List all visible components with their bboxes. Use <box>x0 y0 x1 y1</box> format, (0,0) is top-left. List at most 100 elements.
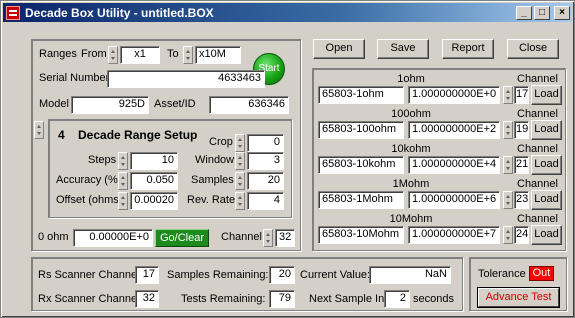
serial-number-label: Serial Number <box>39 72 110 84</box>
rs-scanner-channel-field: 17 <box>135 266 159 284</box>
minimize-button[interactable]: _ <box>516 5 532 20</box>
offset-field[interactable]: 0.00020 <box>130 192 178 210</box>
decade-title: 1Mohm <box>392 178 430 190</box>
report-button[interactable]: Report <box>442 39 494 59</box>
load-button[interactable]: Load <box>531 190 562 210</box>
crop-spinner[interactable] <box>235 134 245 152</box>
close-button[interactable]: Close <box>507 39 559 59</box>
decade-title: 10Mohm <box>389 213 433 225</box>
from-spinner[interactable] <box>108 46 118 64</box>
decade-name-field[interactable]: 65803-100ohm <box>318 121 404 139</box>
open-button[interactable]: Open <box>313 39 365 59</box>
decade-title: 100ohm <box>391 108 431 120</box>
decade-channel-field[interactable]: 24 <box>514 226 529 244</box>
maximize-button[interactable]: □ <box>534 5 550 20</box>
channel-spinner[interactable] <box>263 229 273 247</box>
serial-number-field[interactable]: 4633463 <box>107 70 265 88</box>
decade-channel-field[interactable]: 21 <box>514 156 529 174</box>
channel-header: Channel <box>517 213 558 225</box>
window-label: Window <box>195 154 235 166</box>
decade-value-field[interactable]: 1.000000000E+2 <box>408 121 500 139</box>
decade-channel-field[interactable]: 19 <box>514 121 529 139</box>
decade-channel-spinner[interactable] <box>503 191 513 209</box>
accuracy-field[interactable]: 0.050 <box>130 172 178 190</box>
current-value-label: Current Value: <box>300 269 371 281</box>
from-label: From <box>81 48 107 60</box>
load-button[interactable]: Load <box>531 155 562 175</box>
to-label: To <box>167 48 179 60</box>
advance-test-button[interactable]: Advance Test <box>478 288 559 307</box>
rs-scanner-channel-label: Rs Scanner Channel <box>38 269 140 281</box>
tolerance-label: Tolerance <box>478 268 526 280</box>
zero-ohm-label: 0 ohm <box>38 231 69 243</box>
decade-channel-spinner[interactable] <box>503 226 513 244</box>
channel-header: Channel <box>517 73 558 85</box>
range-number-spinner[interactable] <box>34 121 44 139</box>
channel-header: Channel <box>517 143 558 155</box>
rx-scanner-channel-label: Rx Scanner Channel <box>38 293 140 305</box>
asset-id-label: Asset/ID <box>154 98 196 110</box>
decade-value-field[interactable]: 1.000000000E+0 <box>408 86 500 104</box>
steps-spinner[interactable] <box>118 152 128 170</box>
accuracy-spinner[interactable] <box>118 172 128 190</box>
load-button[interactable]: Load <box>531 120 562 140</box>
accuracy-label: Accuracy (%) <box>56 174 122 186</box>
decade-value-field[interactable]: 1.000000000E+4 <box>408 156 500 174</box>
title-bar[interactable]: Decade Box Utility - untitled.BOX _ □ × <box>3 3 572 22</box>
save-button[interactable]: Save <box>377 39 429 59</box>
go-clear-button[interactable]: Go/Clear <box>155 229 209 247</box>
from-field[interactable]: x1 <box>120 46 160 64</box>
window-title: Decade Box Utility - untitled.BOX <box>25 5 214 20</box>
to-field[interactable]: x10M <box>195 46 241 64</box>
channel-label: Channel <box>221 231 262 243</box>
tolerance-status-badge: Out <box>529 266 554 281</box>
close-window-button[interactable]: × <box>554 5 570 20</box>
decade-title: 1ohm <box>397 73 425 85</box>
decade-title: 10kohm <box>391 143 431 155</box>
steps-field[interactable]: 10 <box>130 152 178 170</box>
decade-channel-spinner[interactable] <box>503 156 513 174</box>
rev-rate-field[interactable]: 4 <box>247 192 284 210</box>
samples-remaining-field: 20 <box>269 266 295 284</box>
crop-label: Crop <box>209 136 233 148</box>
channel-header: Channel <box>517 108 558 120</box>
rx-scanner-channel-field: 32 <box>135 290 159 308</box>
decade-channel-field[interactable]: 17 <box>514 86 529 104</box>
samples-label: Samples <box>191 174 234 186</box>
rev-rate-label: Rev. Rate <box>187 194 236 206</box>
next-sample-label: Next Sample In: <box>309 293 388 305</box>
asset-id-field[interactable]: 636346 <box>209 96 289 114</box>
decade-name-field[interactable]: 65803-10Mohm <box>318 226 404 244</box>
decade-channel-spinner[interactable] <box>503 121 513 139</box>
steps-label: Steps <box>88 154 117 166</box>
tests-remaining-field: 79 <box>269 290 295 308</box>
offset-spinner[interactable] <box>118 192 128 210</box>
decade-value-field[interactable]: 1.000000000E+7 <box>408 226 500 244</box>
decade-value-field[interactable]: 1.000000000E+6 <box>408 191 500 209</box>
load-button[interactable]: Load <box>531 85 562 105</box>
ranges-label: Ranges <box>39 48 77 60</box>
decade-channel-field[interactable]: 23 <box>514 191 529 209</box>
model-field[interactable]: 925D <box>71 96 149 114</box>
rev-rate-spinner[interactable] <box>235 192 245 210</box>
window-spinner[interactable] <box>235 152 245 170</box>
to-spinner[interactable] <box>183 46 193 64</box>
samples-remaining-label: Samples Remaining: <box>167 269 269 281</box>
range-number: 4 <box>58 128 65 142</box>
decade-name-field[interactable]: 65803-1ohm <box>318 86 404 104</box>
channel-field[interactable]: 32 <box>275 229 295 247</box>
zero-ohm-field[interactable]: 0.00000E+0 <box>73 229 153 247</box>
samples-spinner[interactable] <box>235 172 245 190</box>
next-sample-unit: seconds <box>413 293 454 305</box>
channel-header: Channel <box>517 178 558 190</box>
app-window: Decade Box Utility - untitled.BOX _ □ × … <box>0 0 575 318</box>
decade-name-field[interactable]: 65803-1Mohm <box>318 191 404 209</box>
load-button[interactable]: Load <box>531 225 562 245</box>
current-value-field: NaN <box>369 266 451 284</box>
window-field[interactable]: 3 <box>247 152 284 170</box>
range-setup-title: Decade Range Setup <box>78 128 198 142</box>
decade-name-field[interactable]: 65803-10kohm <box>318 156 404 174</box>
samples-field[interactable]: 20 <box>247 172 284 190</box>
crop-field[interactable]: 0 <box>247 134 284 152</box>
decade-channel-spinner[interactable] <box>503 86 513 104</box>
